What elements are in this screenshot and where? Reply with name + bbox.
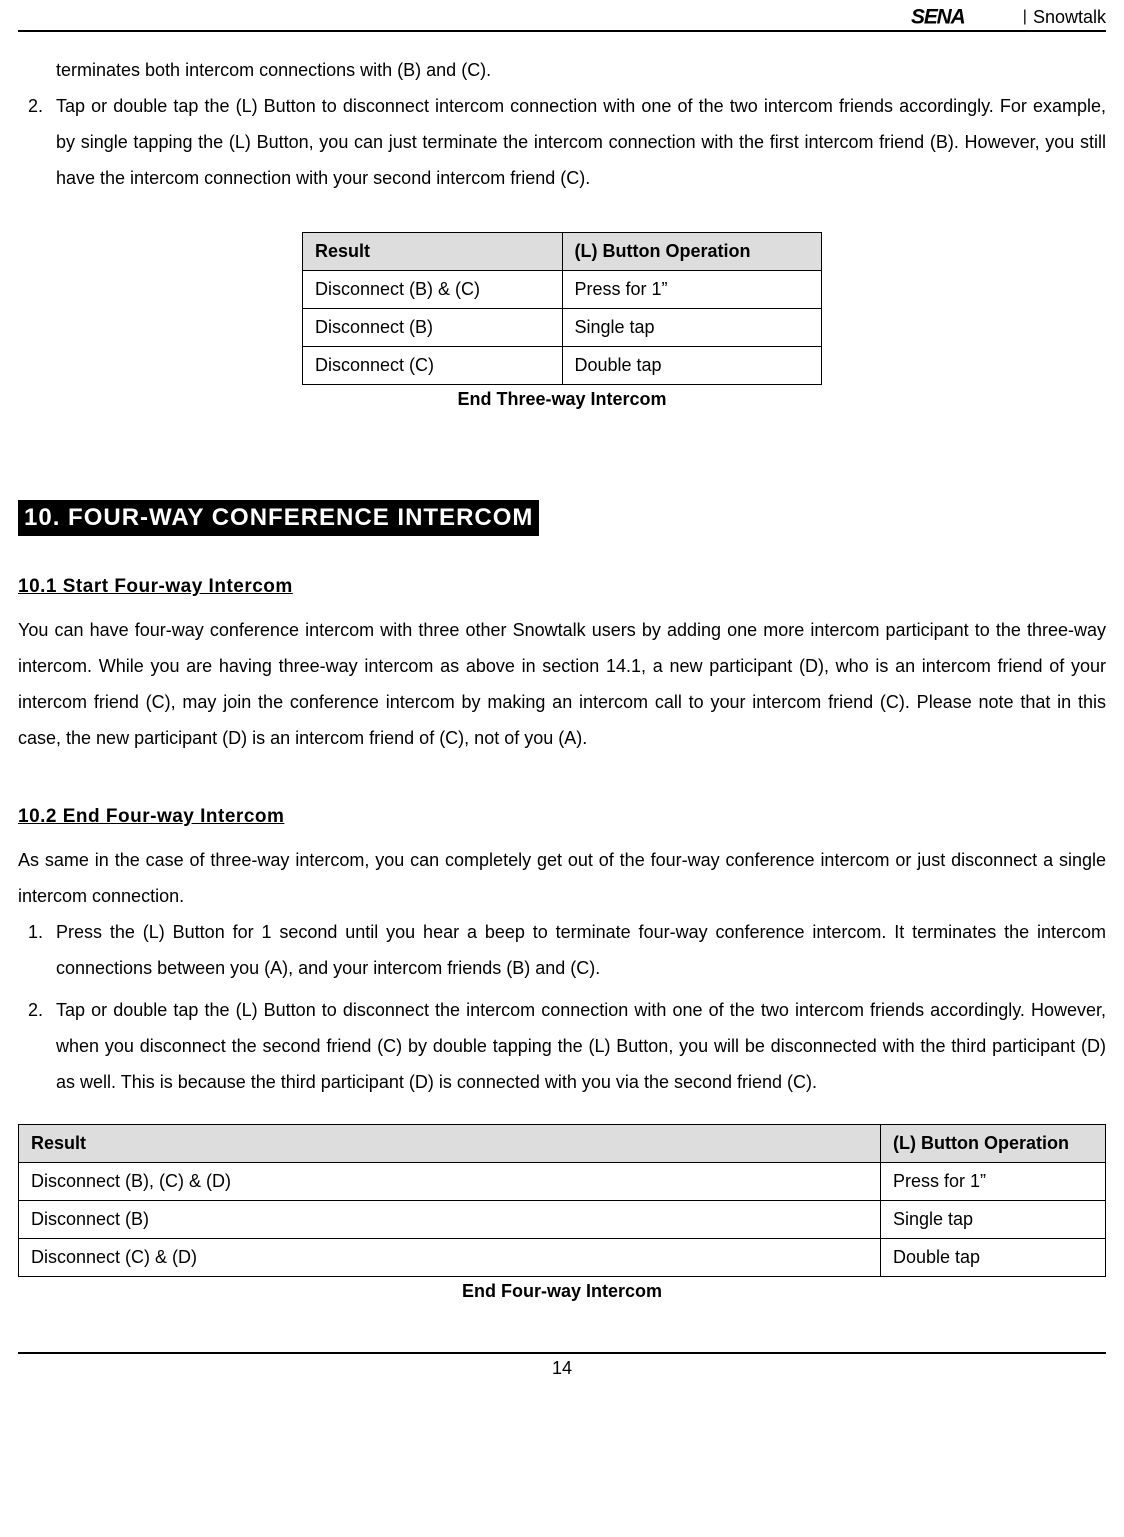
list-text: Press the (L) Button for 1 second until … bbox=[56, 914, 1106, 986]
cell-result: Disconnect (C) & (D) bbox=[19, 1239, 881, 1277]
table-header-result: Result bbox=[303, 233, 563, 271]
table-header-operation: (L) Button Operation bbox=[562, 233, 822, 271]
table-row: Disconnect (C) & (D) Double tap bbox=[19, 1239, 1106, 1277]
cell-operation: Single tap bbox=[562, 309, 822, 347]
table-header-operation: (L) Button Operation bbox=[881, 1125, 1106, 1163]
subsection-10-1-title: 10.1 Start Four-way Intercom bbox=[18, 576, 1106, 598]
page-footer: 14 bbox=[18, 1352, 1106, 1379]
end-three-way-table: Result (L) Button Operation Disconnect (… bbox=[302, 232, 822, 385]
svg-text:SENA: SENA bbox=[911, 6, 965, 28]
cell-operation: Press for 1” bbox=[562, 271, 822, 309]
list-text: Tap or double tap the (L) Button to disc… bbox=[56, 992, 1106, 1100]
table-header-result: Result bbox=[19, 1125, 881, 1163]
table2-caption: End Four-way Intercom bbox=[18, 1281, 1106, 1302]
sub102-list-item-1: 1. Press the (L) Button for 1 second unt… bbox=[18, 914, 1106, 986]
sena-logo: SENA bbox=[911, 6, 1021, 28]
intro-list-item-2: 2. Tap or double tap the (L) Button to d… bbox=[18, 88, 1106, 196]
sub102-list-item-2: 2. Tap or double tap the (L) Button to d… bbox=[18, 992, 1106, 1100]
cell-operation: Double tap bbox=[881, 1239, 1106, 1277]
table-row: Disconnect (B) Single tap bbox=[303, 309, 822, 347]
separator: | bbox=[1023, 8, 1027, 26]
cell-result: Disconnect (C) bbox=[303, 347, 563, 385]
cell-operation: Single tap bbox=[881, 1201, 1106, 1239]
page-number: 14 bbox=[552, 1358, 572, 1378]
cell-operation: Press for 1” bbox=[881, 1163, 1106, 1201]
list-number: 2. bbox=[18, 88, 56, 196]
cell-result: Disconnect (B) bbox=[19, 1201, 881, 1239]
section-10-title: 10. FOUR-WAY CONFERENCE INTERCOM bbox=[18, 500, 539, 536]
product-name: Snowtalk bbox=[1033, 7, 1106, 28]
cell-operation: Double tap bbox=[562, 347, 822, 385]
page-header: SENA | Snowtalk bbox=[18, 0, 1106, 32]
cell-result: Disconnect (B), (C) & (D) bbox=[19, 1163, 881, 1201]
cell-result: Disconnect (B) & (C) bbox=[303, 271, 563, 309]
intro-continuation: terminates both intercom connections wit… bbox=[18, 52, 1106, 88]
table-row: Disconnect (B) Single tap bbox=[19, 1201, 1106, 1239]
subsection-10-1-para: You can have four-way conference interco… bbox=[18, 612, 1106, 756]
list-number: 2. bbox=[18, 992, 56, 1100]
list-text: Tap or double tap the (L) Button to disc… bbox=[56, 88, 1106, 196]
table-row: Disconnect (C) Double tap bbox=[303, 347, 822, 385]
end-four-way-table: Result (L) Button Operation Disconnect (… bbox=[18, 1124, 1106, 1277]
cell-result: Disconnect (B) bbox=[303, 309, 563, 347]
table-row: Disconnect (B) & (C) Press for 1” bbox=[303, 271, 822, 309]
subsection-10-2-title: 10.2 End Four-way Intercom bbox=[18, 806, 1106, 828]
table-row: Disconnect (B), (C) & (D) Press for 1” bbox=[19, 1163, 1106, 1201]
list-number: 1. bbox=[18, 914, 56, 986]
subsection-10-2-para: As same in the case of three-way interco… bbox=[18, 842, 1106, 914]
table1-caption: End Three-way Intercom bbox=[18, 389, 1106, 410]
